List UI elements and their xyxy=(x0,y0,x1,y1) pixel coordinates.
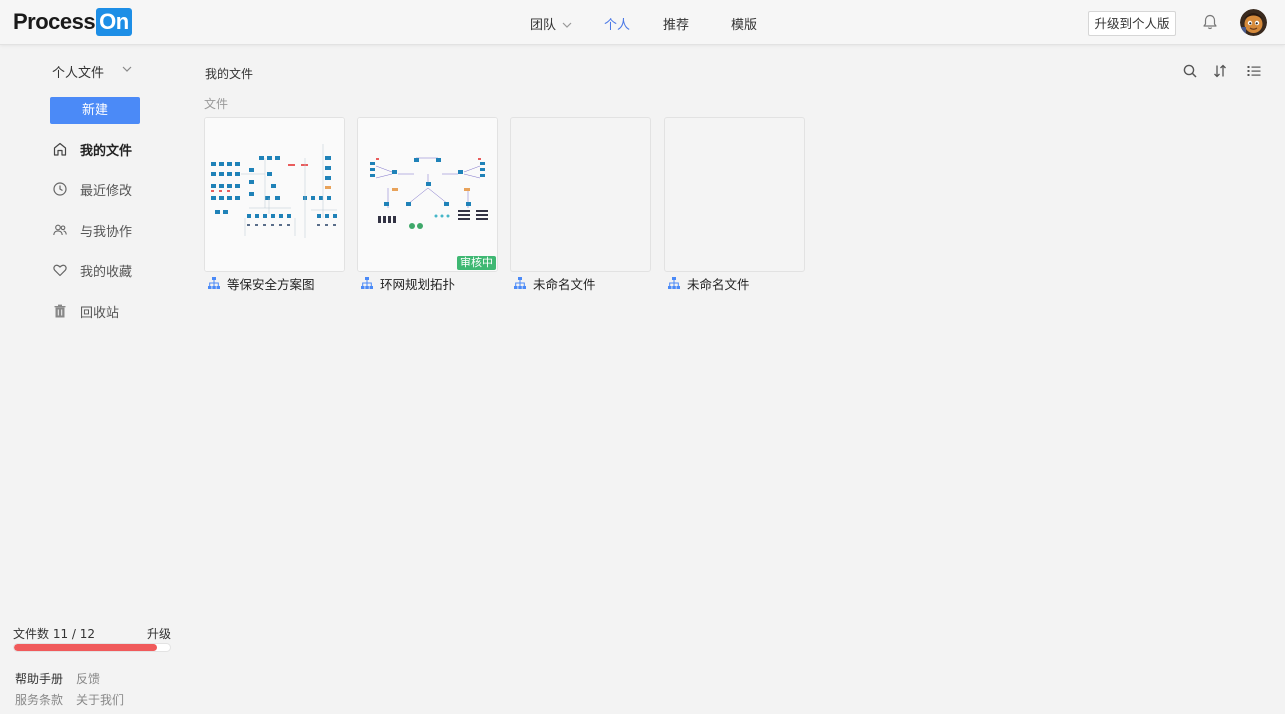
nav-templates[interactable]: 模版 xyxy=(731,14,757,33)
terms-link[interactable]: 服务条款 xyxy=(15,691,63,708)
file-title[interactable]: 环网规划拓扑 xyxy=(360,274,455,292)
trash-icon xyxy=(54,304,66,318)
section-label-files: 文件 xyxy=(204,97,229,111)
sidebar-item-favorites[interactable]: 我的收藏 xyxy=(52,260,132,280)
avatar[interactable] xyxy=(1240,9,1267,36)
upgrade-personal-button[interactable]: 升级到个人版 xyxy=(1088,11,1176,36)
sidebar-item-my-files[interactable]: 我的文件 xyxy=(52,139,132,159)
bell-icon[interactable] xyxy=(1201,13,1219,31)
users-icon xyxy=(53,224,67,236)
sidebar-item-label: 我的文件 xyxy=(80,143,133,159)
flowchart-icon xyxy=(514,277,526,289)
list-view-icon[interactable] xyxy=(1246,63,1262,79)
clock-icon xyxy=(53,182,67,196)
file-card[interactable] xyxy=(664,117,805,272)
sidebar-item-label: 与我协作 xyxy=(80,224,133,240)
file-title-label: 未命名文件 xyxy=(533,276,596,292)
review-status-badge: 审核中 xyxy=(457,256,496,270)
search-icon[interactable] xyxy=(1182,63,1198,79)
sidebar-item-label: 最近修改 xyxy=(80,183,133,199)
file-title-label: 等保安全方案图 xyxy=(227,276,315,292)
file-quota-fill xyxy=(14,644,157,651)
file-thumbnail xyxy=(205,118,344,271)
help-manual-link[interactable]: 帮助手册 xyxy=(15,670,63,687)
sidebar-item-label: 回收站 xyxy=(80,305,120,321)
top-bar: Process On 团队 个人 推荐 模版 升级到个人版 xyxy=(0,0,1285,45)
file-title[interactable]: 未命名文件 xyxy=(513,274,596,292)
chevron-down-icon xyxy=(122,66,132,72)
file-title[interactable]: 等保安全方案图 xyxy=(207,274,315,292)
logo-badge: On xyxy=(96,8,132,36)
file-title-label: 环网规划拓扑 xyxy=(380,276,456,292)
breadcrumb: 我的文件 xyxy=(205,67,254,81)
sidebar-item-shared[interactable]: 与我协作 xyxy=(52,220,132,240)
home-icon xyxy=(53,142,67,156)
file-quota-label: 文件数 11 / 12 xyxy=(13,627,96,641)
feedback-link[interactable]: 反馈 xyxy=(76,670,100,687)
processon-logo[interactable]: Process On xyxy=(13,7,132,37)
file-quota-bar xyxy=(13,643,171,652)
avatar-image xyxy=(1240,9,1267,36)
nav-personal[interactable]: 个人 xyxy=(604,14,630,33)
new-button[interactable]: 新建 xyxy=(50,97,140,124)
logo-text: Process xyxy=(13,9,96,34)
scope-dropdown[interactable]: 个人文件 xyxy=(52,62,132,81)
sort-icon[interactable] xyxy=(1212,63,1228,79)
scope-label: 个人文件 xyxy=(52,66,105,81)
chevron-down-icon xyxy=(562,22,572,28)
file-title[interactable]: 未命名文件 xyxy=(667,274,750,292)
flowchart-icon xyxy=(668,277,680,289)
file-card[interactable] xyxy=(510,117,651,272)
heart-icon xyxy=(53,264,67,277)
flowchart-icon xyxy=(208,277,220,289)
quota-upgrade-link[interactable]: 升级 xyxy=(147,625,171,642)
file-card[interactable] xyxy=(204,117,345,272)
about-link[interactable]: 关于我们 xyxy=(76,691,124,708)
nav-team[interactable]: 团队 xyxy=(530,14,572,33)
file-card[interactable]: 审核中 xyxy=(357,117,498,272)
nav-team-label: 团队 xyxy=(530,18,557,33)
file-title-label: 未命名文件 xyxy=(687,276,750,292)
nav-recommended[interactable]: 推荐 xyxy=(663,14,689,33)
sidebar-item-recent[interactable]: 最近修改 xyxy=(52,179,132,199)
flowchart-icon xyxy=(361,277,373,289)
file-thumbnail xyxy=(358,118,497,271)
sidebar-item-trash[interactable]: 回收站 xyxy=(52,301,119,321)
sidebar-item-label: 我的收藏 xyxy=(80,264,133,280)
